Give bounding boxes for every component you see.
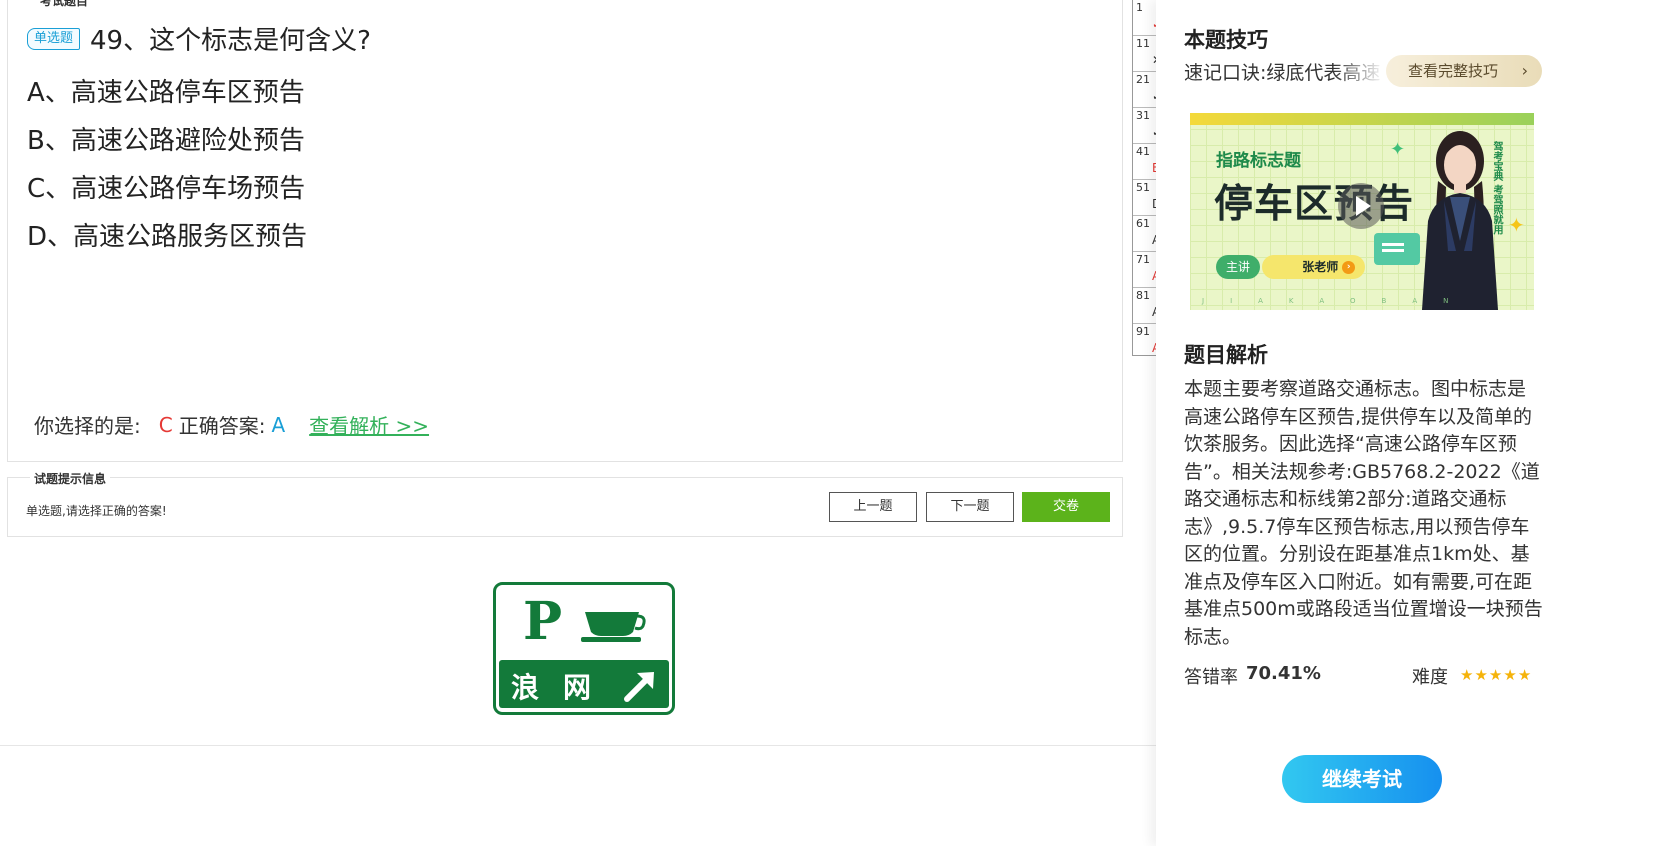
question-title: 49、这个标志是何含义? <box>90 26 371 56</box>
sign-p-letter: P <box>523 591 562 652</box>
parking-area-sign: P 浪 网 <box>493 582 675 715</box>
grid-cell-number: 91 <box>1136 325 1150 338</box>
view-analysis-link[interactable]: 查看解析 >> <box>309 410 429 439</box>
continue-exam-button[interactable]: 继续考试 <box>1282 755 1442 803</box>
submit-exam-button[interactable]: 交卷 <box>1022 492 1110 522</box>
video-subtitle: 指路标志题 <box>1216 151 1301 171</box>
analysis-text: 本题主要考察道路交通标志。图中标志是高速公路停车区预告,提供停车以及简单的饮茶服… <box>1184 378 1543 648</box>
video-side-brand: 驾考宝典 考驾照就用 <box>1491 141 1502 235</box>
tip-title: 本题技巧 <box>1184 28 1268 52</box>
option-a[interactable]: A、高速公路停车区预告 <box>27 72 305 109</box>
star-icon: ★ <box>1503 666 1518 684</box>
right-sidebar: 本题技巧 速记口诀:绿底代表高速 查看完整技巧 › 指路标志题 停车区预告 ✦ … <box>1156 0 1656 846</box>
your-choice-value: C <box>158 412 173 437</box>
difficulty-stars: ★★★★★ <box>1460 666 1532 684</box>
correct-answer-value: A <box>271 412 286 437</box>
error-rate-label: 答错率 <box>1184 667 1238 688</box>
difficulty-label: 难度 <box>1412 667 1448 688</box>
option-b[interactable]: B、高速公路避险处预告 <box>27 120 305 157</box>
video-main-title: 停车区预告 <box>1214 182 1415 227</box>
star-icon: ★ <box>1460 666 1475 684</box>
tip-mnemonic: 速记口诀:绿底代表高速 <box>1184 62 1381 84</box>
question-panel: 考试题目 单选题 49、这个标志是何含义? A、高速公路停车区预告 B、高速公路… <box>7 0 1123 462</box>
grid-cell-number: 81 <box>1136 289 1150 302</box>
hint-text: 单选题,请选择正确的答案! <box>26 504 167 518</box>
option-c[interactable]: C、高速公路停车场预告 <box>27 168 305 205</box>
analysis-title: 题目解析 <box>1184 343 1268 367</box>
sparkle-icon: ✦ <box>1390 139 1406 160</box>
arrow-circle-icon: › <box>1342 261 1356 274</box>
question-panel-legend: 考试题目 <box>36 0 93 9</box>
hint-panel: 试题提示信息 单选题,请选择正确的答案! 上一题 下一题 交卷 <box>7 470 1123 537</box>
video-teacher-pill: 主讲 张老师› <box>1262 255 1366 279</box>
play-icon[interactable] <box>1338 183 1384 229</box>
view-full-tip-button[interactable]: 查看完整技巧 › <box>1386 55 1542 87</box>
your-choice-label: 你选择的是: <box>34 414 141 438</box>
error-rate-value: 70.41% <box>1246 663 1321 684</box>
grid-cell-number: 71 <box>1136 253 1150 266</box>
tip-video[interactable]: 指路标志题 停车区预告 ✦ ✦ 主讲 张老师› 主讲 驾考宝典 考驾照就用 JI… <box>1190 113 1534 310</box>
question-number-grid: 1✓11✕21✓31✓41B51D61A71A81A91A <box>1132 0 1162 356</box>
answer-result-line: 你选择的是: C 正确答案: A 查看解析 >> <box>34 410 429 439</box>
presenter-image <box>1422 131 1498 310</box>
correct-answer-label: 正确答案: <box>178 414 266 438</box>
next-question-button[interactable]: 下一题 <box>926 492 1014 522</box>
grid-cell-number: 1 <box>1136 1 1143 14</box>
star-icon: ★ <box>1474 666 1489 684</box>
hint-panel-legend: 试题提示信息 <box>30 470 111 487</box>
video-watermark-letters: JIAKAOBAN <box>1202 297 1475 305</box>
section-divider <box>0 745 1156 746</box>
grid-cell-number: 11 <box>1136 37 1150 50</box>
grid-cell-number: 51 <box>1136 181 1150 194</box>
video-lecturer-label: 主讲 <box>1216 255 1261 279</box>
video-teacher-name: 张老师 <box>1302 260 1339 274</box>
sign-text-2: 网 <box>563 671 591 704</box>
grid-cell-number: 41 <box>1136 145 1150 158</box>
sign-text-1: 浪 <box>511 671 539 704</box>
traffic-sign-image: P 浪 网 <box>493 582 675 715</box>
question-header: 单选题 49、这个标志是何含义? <box>27 20 371 57</box>
prev-question-button[interactable]: 上一题 <box>829 492 917 522</box>
option-d[interactable]: D、高速公路服务区预告 <box>27 216 307 253</box>
grid-cell-number: 31 <box>1136 109 1150 122</box>
chevron-right-icon: › <box>1521 61 1528 80</box>
star-icon: ★ <box>1517 666 1533 684</box>
grid-cell-number: 21 <box>1136 73 1150 86</box>
view-full-tip-label: 查看完整技巧 <box>1408 62 1499 80</box>
grid-cell-number: 61 <box>1136 217 1150 230</box>
star-icon: ★ <box>1488 666 1504 684</box>
question-type-badge: 单选题 <box>27 27 81 50</box>
